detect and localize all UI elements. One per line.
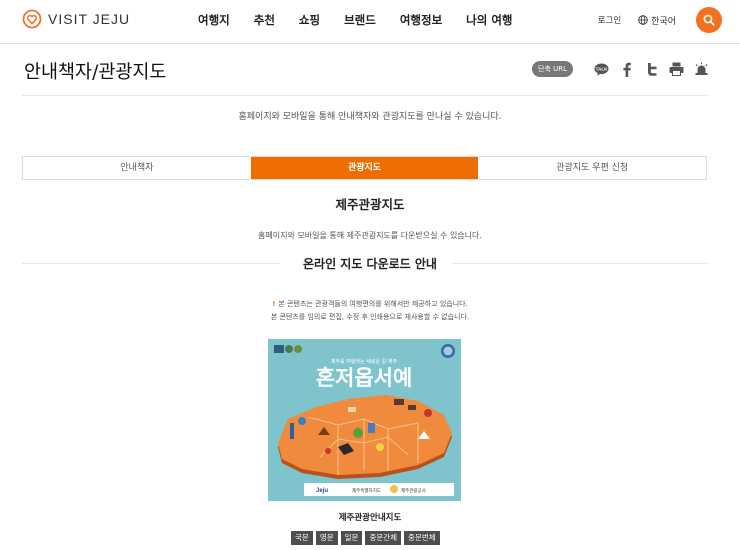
cover-title: 혼저옵서예: [316, 366, 413, 390]
notice-line-1: 본 콘텐츠는 관광객들의 여행편의를 위해서만 제공하고 있습니다.: [278, 300, 468, 308]
language-selector[interactable]: 한국어: [638, 14, 676, 27]
nav-item-my-trip[interactable]: 나의 여행: [466, 12, 512, 28]
download-english-button[interactable]: 영문: [315, 531, 338, 545]
cover-footer-tourism: 제주관광공사: [401, 487, 427, 494]
svg-text:TALK: TALK: [596, 66, 608, 71]
download-language-buttons: 국문 영문 일문 중문간체 중문번체: [291, 531, 440, 545]
site-logo[interactable]: VISIT JEJU: [22, 9, 130, 29]
globe-icon: [638, 15, 648, 25]
language-label: 한국어: [651, 16, 676, 27]
nav-item-recommend[interactable]: 추천: [254, 12, 275, 28]
download-chinese-traditional-button[interactable]: 중문번체: [404, 531, 440, 545]
search-icon: [703, 14, 715, 26]
warning-icon: !: [272, 300, 276, 308]
section-description: 홈페이지와 모바일을 통해 제주관광지도를 다운받으실 수 있습니다.: [258, 231, 482, 240]
logo-text: VISIT JEJU: [48, 11, 131, 27]
tab-tourist-map[interactable]: 관광지도: [250, 157, 479, 179]
intro-text: 홈페이지와 모바일을 통해 안내책자와 관광지도를 만나실 수 있습니다.: [238, 112, 502, 122]
tab-bar: 안내책자 관광지도 관광지도 우편 신청: [22, 156, 707, 180]
map-caption: 제주관광안내지도: [338, 513, 402, 523]
nav-item-travel-info[interactable]: 여행정보: [400, 12, 442, 28]
utility-menu: 로그인 한국어: [598, 7, 722, 33]
download-japanese-button[interactable]: 일문: [340, 531, 363, 545]
main-nav: 여행지 추천 쇼핑 브랜드 여행정보 나의 여행: [198, 12, 537, 28]
alarm-icon[interactable]: [693, 61, 710, 77]
nav-item-brand[interactable]: 브랜드: [344, 12, 376, 28]
site-header: VISIT JEJU 여행지 추천 쇼핑 브랜드 여행정보 나의 여행 로그인 …: [0, 0, 740, 44]
share-toolbar: 단축 URL TALK: [532, 61, 710, 77]
cover-footer-province: 제주특별자치도: [352, 487, 381, 494]
section-title: 제주관광지도: [335, 197, 405, 212]
talk-icon[interactable]: TALK: [593, 61, 610, 77]
download-korean-button[interactable]: 국문: [291, 531, 313, 545]
heart-logo-icon: [22, 9, 42, 29]
twitter-icon[interactable]: [643, 61, 660, 77]
title-divider: [22, 95, 707, 96]
tab-map-mail-request[interactable]: 관광지도 우편 신청: [478, 157, 706, 179]
tab-guidebook[interactable]: 안내책자: [23, 157, 251, 179]
nav-item-shopping[interactable]: 쇼핑: [299, 12, 320, 28]
cover-footer-jeju: Jeju: [316, 488, 328, 494]
short-url-button[interactable]: 단축 URL: [532, 61, 573, 77]
map-cover-image[interactable]: 제주를 여행하는 새로운 길 제주 혼저옵서예 Jeju 제주특별자치도 제주관…: [268, 339, 461, 501]
notice-line-2: 본 콘텐츠를 임의로 편집, 수정 후 인쇄용으로 재사용할 수 없습니다.: [270, 313, 470, 321]
search-button[interactable]: [696, 7, 722, 33]
notice-text: ! 본 콘텐츠는 관광객들의 여행편의를 위해서만 제공하고 있습니다. 본 콘텐…: [0, 298, 740, 324]
download-guide-title: 온라인 지도 다운로드 안내: [303, 257, 437, 271]
map-cover-illustration: 제주를 여행하는 새로운 길 제주 혼저옵서예 Jeju 제주특별자치도 제주관…: [268, 339, 461, 501]
cover-subtitle: 제주를 여행하는 새로운 길 제주: [331, 358, 398, 365]
facebook-icon[interactable]: [618, 61, 635, 77]
login-link[interactable]: 로그인: [598, 14, 621, 26]
page-title: 안내책자/관광지도: [24, 62, 167, 83]
print-icon[interactable]: [668, 61, 685, 77]
download-chinese-simplified-button[interactable]: 중문간체: [365, 531, 402, 545]
nav-item-destinations[interactable]: 여행지: [198, 12, 230, 28]
